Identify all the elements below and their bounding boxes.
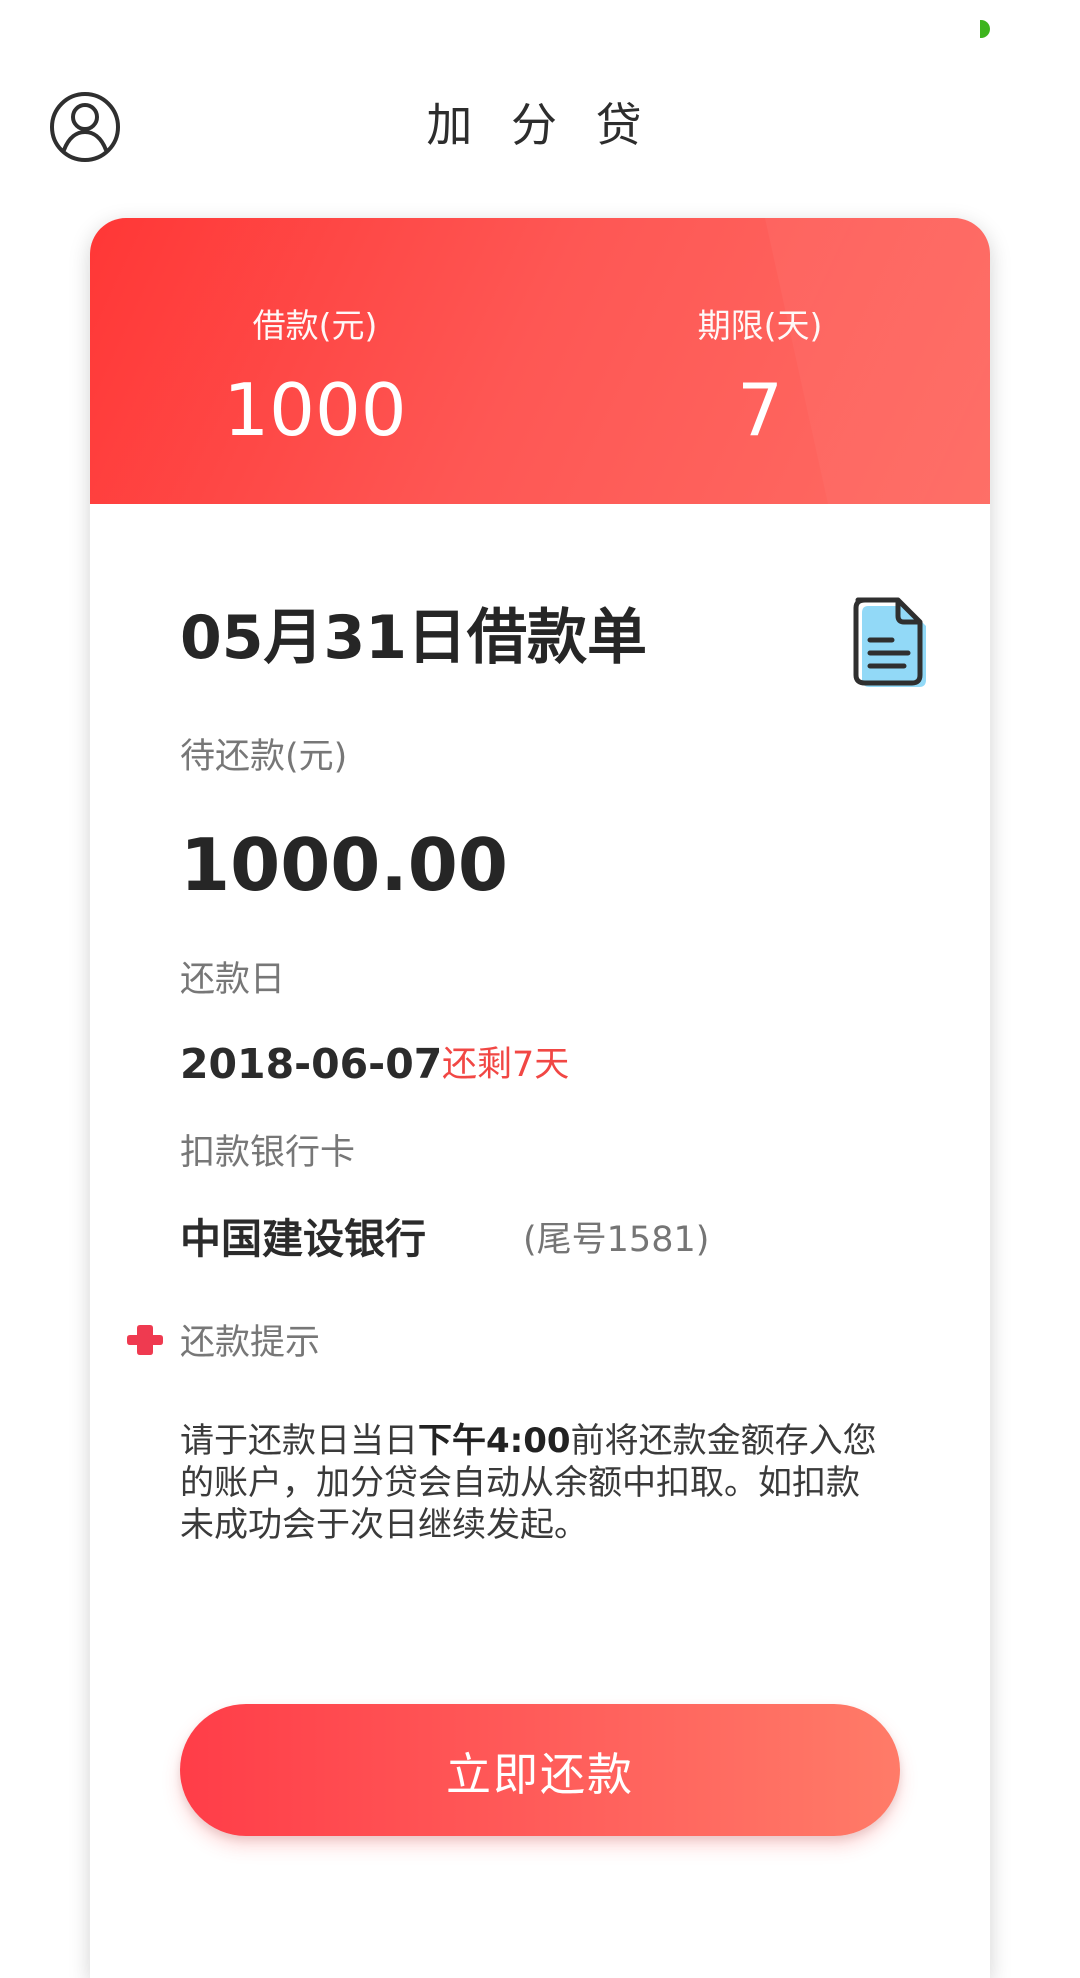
repayment-date-label: 还款日 xyxy=(180,960,286,1000)
app-header: 加 分 贷 xyxy=(0,70,1080,180)
loan-term-summary: 期限(天) 7 xyxy=(640,306,880,450)
repayment-date: 2018-06-07 xyxy=(180,1040,443,1088)
bank-card-label: 扣款银行卡 xyxy=(180,1133,356,1173)
status-indicator xyxy=(980,20,990,38)
bank-name: 中国建设银行 xyxy=(180,1215,426,1263)
loan-order-details: 05月31日借款单 待还款(元) 1000.00 还款日 2018-06-07 … xyxy=(90,504,990,1978)
bank-card-tail-number: (尾号1581) xyxy=(523,1220,710,1260)
loan-card: 借款(元) 1000 期限(天) 7 05月31日借款单 待还款(元) 1000… xyxy=(90,218,990,1978)
app-title: 加 分 贷 xyxy=(426,98,654,152)
pending-repayment-amount: 1000.00 xyxy=(180,823,508,907)
loan-amount-value: 1000 xyxy=(223,368,407,452)
repayment-tip-text: 请于还款日当日下午4:00前将还款金额存入您的账户，加分贷会自动从余额中扣取。如… xyxy=(180,1420,890,1546)
loan-term-label: 期限(天) xyxy=(697,306,823,345)
loan-order-title: 05月31日借款单 xyxy=(180,603,647,673)
document-icon[interactable] xyxy=(850,592,936,692)
loan-summary-banner: 借款(元) 1000 期限(天) 7 xyxy=(90,218,990,504)
plus-icon xyxy=(126,1321,164,1359)
tip-deadline: 下午4:00 xyxy=(418,1421,571,1461)
loan-amount-label: 借款(元) xyxy=(252,306,378,345)
loan-amount-summary: 借款(元) 1000 xyxy=(195,306,435,450)
pending-repayment-label: 待还款(元) xyxy=(180,737,348,777)
repayment-tip-label: 还款提示 xyxy=(180,1323,321,1363)
days-left-badge: 还剩7天 xyxy=(442,1045,570,1085)
repay-now-button[interactable]: 立即还款 xyxy=(180,1704,900,1836)
tip-text-before-deadline: 请于还款日当日 xyxy=(180,1421,418,1461)
loan-term-value: 7 xyxy=(737,368,783,452)
